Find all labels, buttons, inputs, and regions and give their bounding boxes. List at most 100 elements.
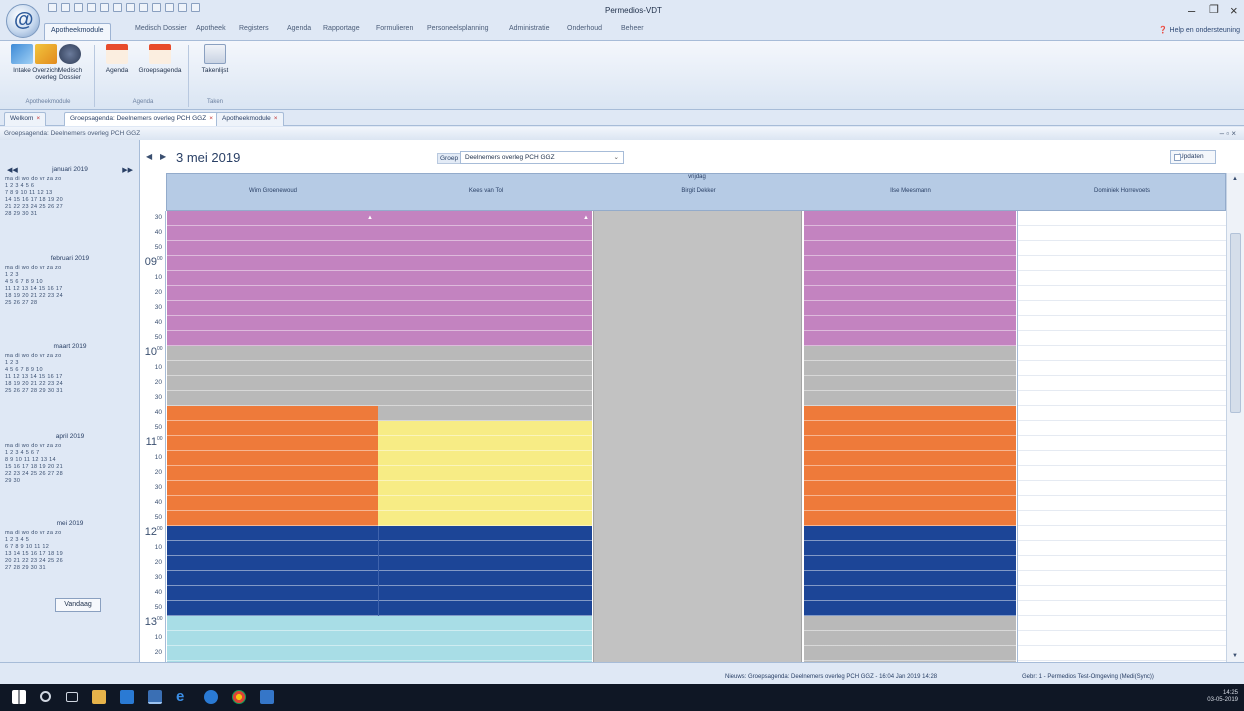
scroll-down-icon[interactable]: ▼ bbox=[1232, 653, 1238, 659]
status-text: Nieuws: Groepsagenda: Deelnemers overleg… bbox=[725, 674, 938, 680]
appointment-block[interactable] bbox=[167, 346, 592, 406]
file-explorer-icon[interactable] bbox=[92, 690, 106, 704]
group-select[interactable]: Deelnemers overleg PCH GGZ ⌄ bbox=[460, 151, 624, 164]
tab-administratie[interactable]: Administratie bbox=[509, 25, 549, 32]
column-name[interactable]: Kees van Tol bbox=[379, 188, 593, 194]
takenlijst-button[interactable]: Takenlijst bbox=[190, 44, 240, 74]
scroll-up-icon[interactable]: ▲ bbox=[1232, 176, 1238, 182]
ribbon-separator bbox=[188, 45, 189, 107]
groepsagenda-button[interactable]: Groepsagenda bbox=[134, 44, 186, 74]
mini-calendar-april: april 2019 ma di wo do vr za zo 1 2 3 4 … bbox=[5, 433, 85, 484]
appointment-block[interactable] bbox=[167, 616, 592, 662]
status-user: Gebr: 1 - Permedios Test-Omgeving (Medi(… bbox=[1022, 674, 1154, 680]
prev-day-icon[interactable]: ◀ bbox=[146, 152, 152, 161]
edge-icon[interactable]: e bbox=[176, 689, 190, 704]
permedios-app-icon[interactable] bbox=[148, 690, 162, 704]
clock-date: 03-05-2019 bbox=[1207, 697, 1238, 703]
doc-tab-welkom[interactable]: Welkom × bbox=[4, 112, 47, 126]
current-date: 3 mei 2019 bbox=[176, 150, 241, 165]
restore-icon[interactable]: ❐ bbox=[1209, 3, 1219, 16]
agenda-icon bbox=[106, 44, 128, 64]
mini-calendar-february: februari 2019 ma di wo do vr za zo 1 2 3… bbox=[5, 255, 90, 306]
appointment-grid[interactable]: ▲ ▲ bbox=[167, 211, 1226, 662]
ribbon-group-label: Taken bbox=[206, 99, 223, 105]
column-divider bbox=[378, 526, 379, 616]
column-name[interactable]: Wim Groenewoud bbox=[167, 188, 379, 194]
tab-onderhoud[interactable]: Onderhoud bbox=[567, 25, 602, 32]
appointment-block[interactable] bbox=[804, 211, 1016, 346]
tab-registers[interactable]: Registers bbox=[239, 25, 269, 32]
medisch-dossier-button[interactable]: Medisch Dossier bbox=[48, 44, 92, 81]
system-tray[interactable]: 14:25 03-05-2019 bbox=[1207, 690, 1238, 704]
tab-formulieren[interactable]: Formulieren bbox=[376, 25, 413, 32]
task-view-icon[interactable] bbox=[66, 692, 78, 702]
tab-agenda[interactable]: Agenda bbox=[287, 25, 311, 32]
next-month-icon[interactable]: ▶▶ bbox=[122, 166, 133, 174]
doc-tab-apotheekmodule[interactable]: Apotheekmodule × bbox=[216, 112, 284, 126]
doc-tab-groepsagenda[interactable]: Groepsagenda: Deelnemers overleg PCH GGZ… bbox=[64, 112, 219, 126]
chevron-down-icon: ⌄ bbox=[613, 154, 619, 161]
agenda-button[interactable]: Agenda bbox=[95, 44, 139, 74]
app-icon[interactable] bbox=[204, 690, 218, 704]
today-button[interactable]: Vandaag bbox=[55, 598, 101, 612]
tab-personeelsplanning[interactable]: Personeelsplanning bbox=[427, 25, 489, 32]
windows-taskbar: e 14:25 03-05-2019 bbox=[0, 684, 1244, 711]
close-icon[interactable]: × bbox=[1230, 3, 1238, 18]
appointment-block[interactable] bbox=[378, 406, 592, 421]
appointment-block[interactable] bbox=[167, 526, 592, 616]
clock-time: 14:25 bbox=[1222, 690, 1238, 696]
tab-apotheek[interactable]: Apotheek bbox=[196, 25, 226, 32]
ribbon: Intake Overzicht overleg Medisch Dossier… bbox=[0, 40, 1244, 110]
prev-month-icon[interactable]: ◀◀ bbox=[7, 166, 18, 174]
app-icon[interactable] bbox=[260, 690, 274, 704]
chrome-icon[interactable] bbox=[232, 690, 246, 704]
window-controls[interactable]: – ▫ × bbox=[1220, 127, 1236, 140]
close-icon[interactable]: × bbox=[209, 115, 213, 122]
appointment-block[interactable] bbox=[167, 211, 592, 346]
appointment-block[interactable] bbox=[804, 526, 1016, 616]
update-button[interactable]: Updaten bbox=[1170, 150, 1216, 164]
tab-apotheekmodule[interactable]: Apotheekmodule bbox=[44, 23, 111, 40]
tab-medisch-dossier[interactable]: Medisch Dossier bbox=[135, 25, 187, 32]
close-icon[interactable]: × bbox=[274, 115, 278, 122]
column-name[interactable]: Birgit Dekker bbox=[593, 188, 804, 194]
day-header: vrijdag bbox=[688, 174, 706, 180]
store-icon[interactable] bbox=[120, 690, 134, 704]
tab-rapportage[interactable]: Rapportage bbox=[323, 25, 360, 32]
appointment-block[interactable] bbox=[378, 421, 592, 526]
title-bar: Permedios-VDT – ❐ × bbox=[0, 0, 1244, 24]
note-icon: ▲ bbox=[583, 215, 589, 221]
appointment-block[interactable] bbox=[804, 406, 1016, 526]
minimize-icon[interactable]: – bbox=[1188, 3, 1195, 18]
group-label: Groep bbox=[437, 153, 462, 164]
hour-label: 11 00 bbox=[145, 436, 163, 448]
scroll-thumb[interactable] bbox=[1230, 233, 1241, 413]
document-tabs: Welkom × Groepsagenda: Deelnemers overleg… bbox=[0, 110, 1244, 126]
groepsagenda-icon bbox=[149, 44, 171, 64]
search-icon[interactable] bbox=[40, 691, 51, 702]
calendar-toolbar: ◀ ▶ 3 mei 2019 Groep Deelnemers overleg … bbox=[140, 140, 1244, 170]
quick-access-toolbar[interactable] bbox=[48, 3, 200, 12]
column-name[interactable]: Ilse Meesmann bbox=[804, 188, 1017, 194]
app-logo[interactable]: @ bbox=[6, 4, 40, 38]
time-axis: 30 40 50 09 00 10 20 30 40 50 10 00 10 20 … bbox=[140, 211, 166, 662]
mini-calendar-march: maart 2019 ma di wo do vr za zo 1 2 3 4 … bbox=[5, 343, 87, 394]
help-link[interactable]: ❓ Help en ondersteuning bbox=[1159, 26, 1240, 34]
appointment-block[interactable] bbox=[167, 406, 378, 526]
column-name[interactable]: Dominiek Horrevoets bbox=[1017, 188, 1227, 194]
window-title: Permedios-VDT bbox=[605, 6, 662, 15]
status-bar: Nieuws: Groepsagenda: Deelnemers overleg… bbox=[0, 662, 1244, 684]
vertical-scrollbar[interactable]: ▲ ▼ bbox=[1226, 173, 1244, 662]
help-icon: ❓ bbox=[1158, 27, 1168, 34]
next-day-icon[interactable]: ▶ bbox=[160, 152, 166, 161]
column-header: vrijdag Wim Groenewoud Kees van Tol Birg… bbox=[166, 173, 1226, 211]
free-slots-column[interactable] bbox=[1017, 211, 1226, 662]
close-icon[interactable]: × bbox=[36, 115, 40, 122]
appointment-block[interactable] bbox=[804, 346, 1016, 406]
tab-beheer[interactable]: Beheer bbox=[621, 25, 644, 32]
mini-calendar-may: mei 2019 ma di wo do vr za zo 1 2 3 4 5 … bbox=[5, 520, 84, 571]
dossier-icon bbox=[59, 44, 81, 64]
appointment-block[interactable] bbox=[804, 616, 1016, 662]
hour-label: 13 00 bbox=[144, 616, 163, 628]
start-icon[interactable] bbox=[12, 690, 26, 704]
